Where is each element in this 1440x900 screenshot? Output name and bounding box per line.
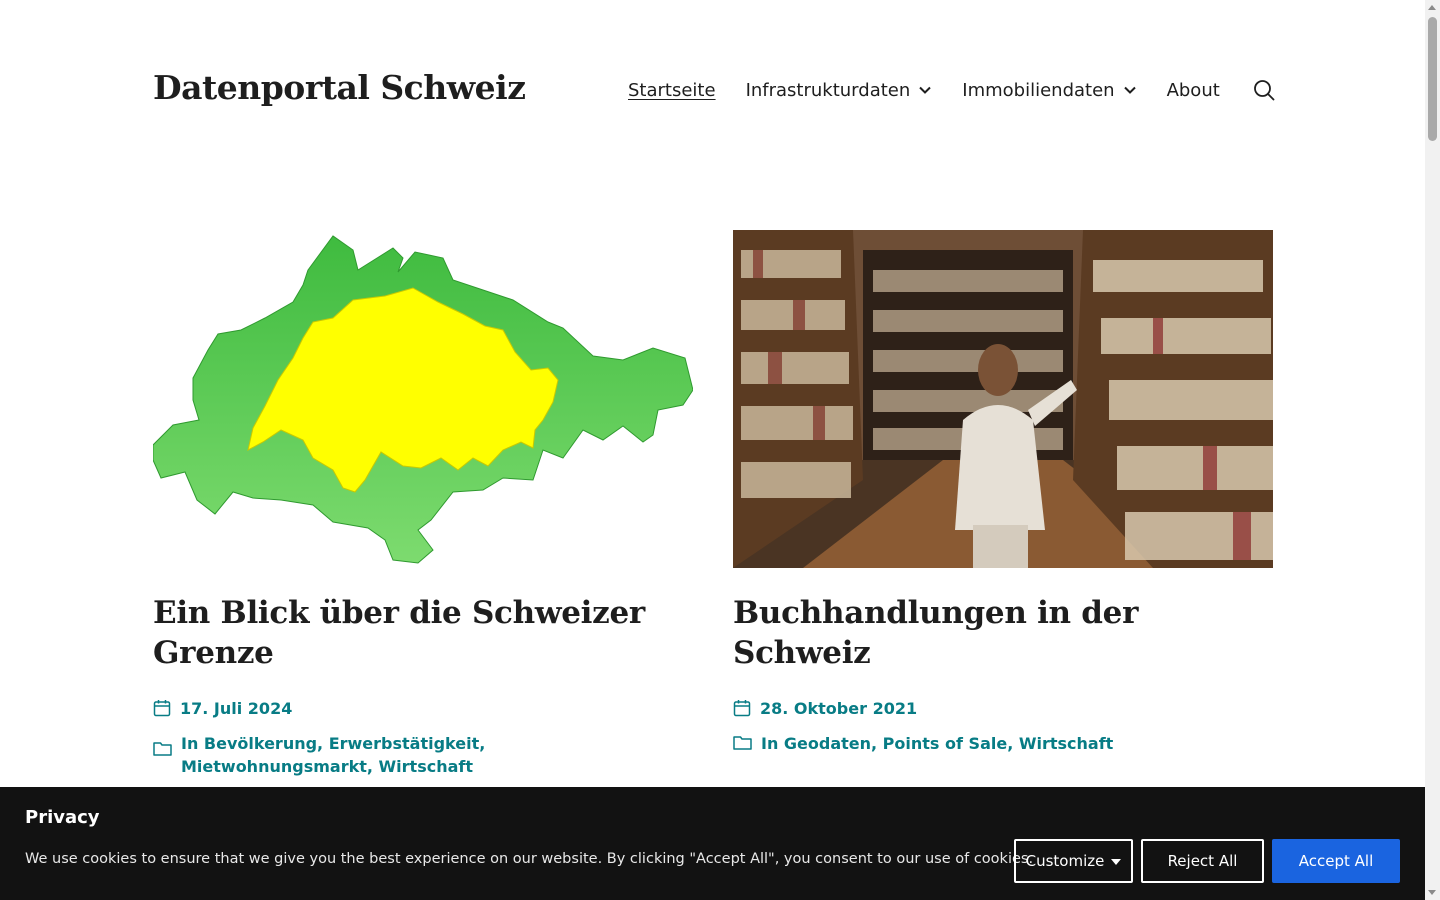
- caret-down-icon: [1111, 859, 1122, 865]
- cookie-banner-text: We use cookies to ensure that we give yo…: [25, 851, 1034, 867]
- post-title[interactable]: Ein Blick über die Schweizer Grenze: [153, 593, 693, 673]
- post-date-row: 28. Oktober 2021: [733, 697, 1273, 720]
- scroll-thumb[interactable]: [1428, 17, 1437, 141]
- post-categories-row: In Bevölkerung, Erwerbstätigkeit, Mietwo…: [153, 732, 693, 778]
- search-icon[interactable]: [1252, 78, 1276, 102]
- folder-icon: [733, 736, 752, 750]
- post-categories[interactable]: In Bevölkerung, Erwerbstätigkeit, Mietwo…: [181, 732, 671, 778]
- page-scrollbar[interactable]: [1425, 0, 1440, 900]
- nav-item-label: Immobiliendaten: [962, 79, 1115, 101]
- accept-all-label: Accept All: [1298, 852, 1374, 870]
- scroll-down-arrow-icon[interactable]: [1428, 890, 1436, 895]
- nav-item-about[interactable]: About: [1167, 80, 1220, 101]
- customize-button-label: Customize: [1025, 852, 1105, 870]
- folder-icon: [153, 742, 172, 756]
- nav-item-immobiliendaten[interactable]: Immobiliendaten: [962, 80, 1136, 101]
- post-card: Ein Blick über die Schweizer Grenze 17. …: [153, 230, 693, 790]
- nav-item-startseite[interactable]: Startseite: [628, 80, 716, 101]
- accept-all-button[interactable]: Accept All: [1272, 839, 1400, 883]
- nav-item-label: About: [1166, 79, 1220, 101]
- calendar-icon: [153, 700, 171, 717]
- customize-button[interactable]: Customize: [1014, 839, 1133, 883]
- site-title[interactable]: Datenportal Schweiz: [153, 68, 526, 107]
- post-meta: 17. Juli 2024 In Bevölkerung, Erwerbstät…: [153, 697, 693, 778]
- cookie-banner-title: Privacy: [25, 807, 100, 828]
- scroll-up-arrow-icon[interactable]: [1428, 5, 1436, 10]
- calendar-icon: [733, 700, 751, 717]
- post-meta: 28. Oktober 2021 In Geodaten, Points of …: [733, 697, 1273, 755]
- post-date[interactable]: 28. Oktober 2021: [760, 697, 917, 720]
- bookstore-photo: [733, 230, 1273, 568]
- reject-all-label: Reject All: [1167, 852, 1238, 870]
- cookie-banner: Privacy We use cookies to ensure that we…: [0, 787, 1425, 900]
- reject-all-button[interactable]: Reject All: [1141, 839, 1264, 883]
- switzerland-border-map: [153, 235, 693, 564]
- post-categories-row: In Geodaten, Points of Sale, Wirtschaft: [733, 732, 1273, 755]
- post-date-row: 17. Juli 2024: [153, 697, 693, 720]
- post-card: Buchhandlungen in der Schweiz 28. Oktobe…: [733, 230, 1273, 767]
- post-date[interactable]: 17. Juli 2024: [180, 697, 292, 720]
- chevron-down-icon[interactable]: [918, 83, 932, 97]
- nav-item-label: Startseite: [628, 79, 716, 101]
- post-title[interactable]: Buchhandlungen in der Schweiz: [733, 593, 1273, 673]
- nav-item-infrastrukturdaten[interactable]: Infrastrukturdaten: [746, 80, 933, 101]
- post-categories[interactable]: In Geodaten, Points of Sale, Wirtschaft: [761, 732, 1113, 755]
- nav-item-label: Infrastrukturdaten: [745, 79, 911, 101]
- post-thumbnail-bookstore[interactable]: [733, 230, 1273, 568]
- chevron-down-icon[interactable]: [1123, 83, 1137, 97]
- main-nav: Startseite Infrastrukturdaten Immobilien…: [628, 78, 1250, 102]
- post-thumbnail-map[interactable]: [153, 230, 693, 568]
